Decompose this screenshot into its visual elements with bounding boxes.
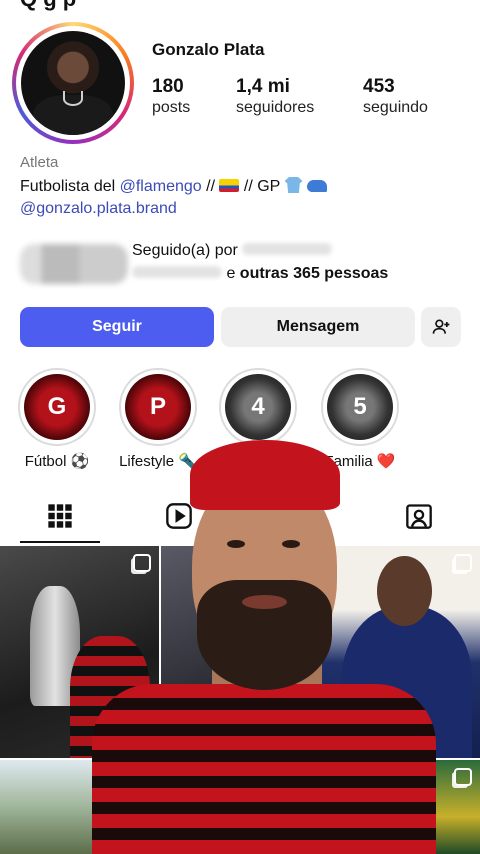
highlight-cover: G [24, 374, 90, 440]
cap-icon [306, 180, 327, 192]
add-person-icon [432, 319, 450, 334]
carousel-icon [454, 768, 472, 786]
bio-text-after-flag: // GP [239, 178, 285, 195]
mutual-followers-avatars [20, 244, 128, 284]
profile-username: Gonzalo Plata [152, 40, 265, 59]
stat-posts[interactable]: 180 posts [152, 76, 190, 117]
profile-avatar [21, 31, 125, 135]
header-title-cut: Q g p [20, 0, 76, 12]
bio-brand-link[interactable]: @gonzalo.plata.brand [20, 200, 177, 217]
stat-posts-label: posts [152, 99, 191, 116]
red-cap [190, 440, 340, 510]
profile-bio: Futbolista del @flamengo // // GP @gonza… [20, 176, 327, 220]
stat-followers[interactable]: 1,4 mi seguidores [236, 76, 314, 117]
flamengo-shirt [92, 684, 436, 854]
video-overlay-person [92, 440, 436, 854]
suggested-users-button[interactable] [421, 307, 461, 347]
ecuador-flag-icon [219, 179, 240, 192]
message-button[interactable]: Mensagem [221, 307, 415, 347]
stat-posts-value: 180 [152, 76, 184, 97]
profile-category: Atleta [20, 154, 59, 171]
followed-by[interactable]: Seguido(a) por e outras 365 pessoas [20, 240, 460, 288]
blurred-name [242, 243, 333, 255]
follow-button[interactable]: Seguir [20, 307, 214, 347]
jersey-icon [284, 177, 303, 193]
profile-avatar-story-ring[interactable] [12, 22, 134, 144]
active-tab-indicator [20, 541, 100, 543]
grid-icon[interactable] [46, 502, 74, 530]
bio-text-middle: // [201, 178, 220, 195]
stat-followers-value: 1,4 mi [236, 76, 290, 97]
followed-by-suffix: e [222, 265, 240, 282]
stat-following[interactable]: 453 seguindo [363, 76, 428, 117]
stat-followers-label: seguidores [236, 99, 315, 116]
highlight-label: Fútbol ⚽ [24, 453, 90, 470]
carousel-icon [454, 554, 472, 572]
highlight-futbol[interactable]: G Fútbol ⚽ [17, 368, 97, 470]
followed-by-prefix: Seguido(a) por [132, 242, 243, 259]
blurred-name [132, 266, 222, 278]
bio-mention-link[interactable]: @flamengo [120, 178, 202, 195]
highlight-cover: P [125, 374, 191, 440]
highlight-cover: 4 [225, 374, 291, 440]
stat-following-value: 453 [363, 76, 395, 97]
bio-text-prefix: Futbolista del [20, 178, 120, 195]
followed-by-others: outras 365 pessoas [239, 265, 389, 282]
stat-following-label: seguindo [363, 99, 428, 116]
highlight-cover: 5 [327, 374, 393, 440]
